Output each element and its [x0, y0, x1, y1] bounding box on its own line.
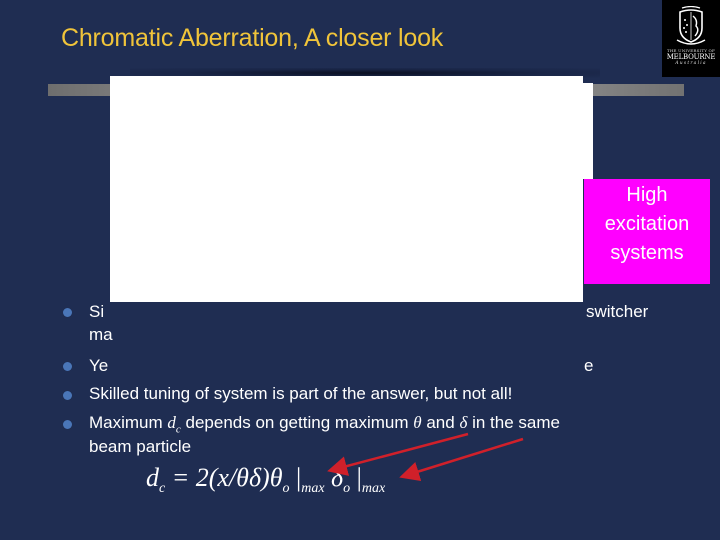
annotation-arrows — [327, 432, 524, 482]
arrow-theta — [327, 432, 469, 476]
arrow-delta — [399, 437, 524, 482]
